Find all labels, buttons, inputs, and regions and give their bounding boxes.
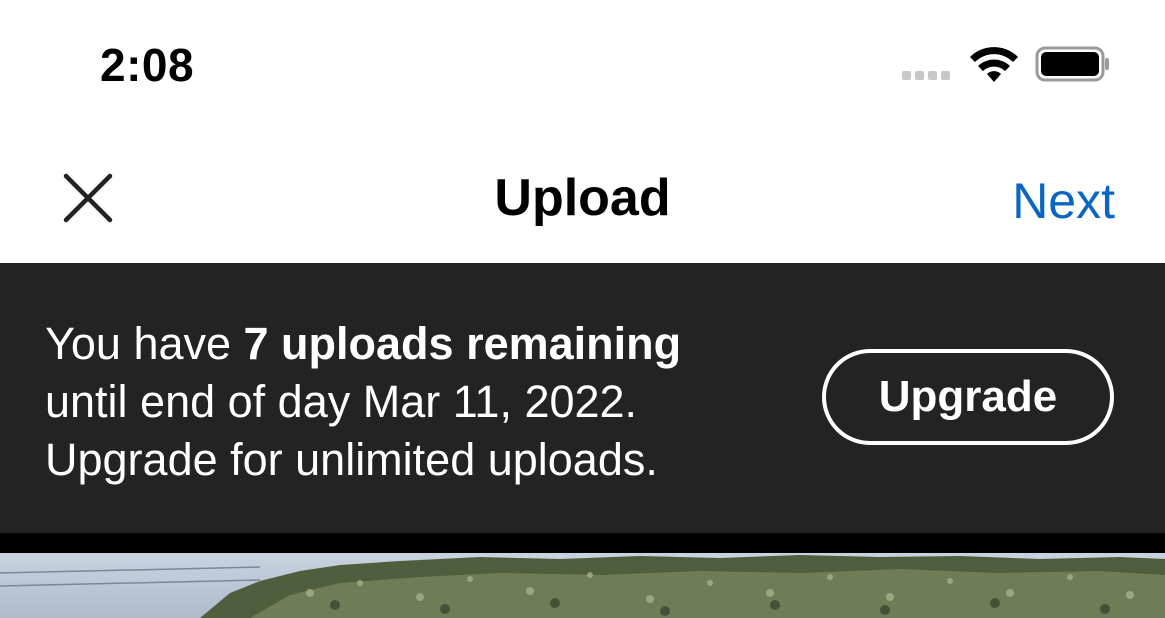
banner-line-3: Upgrade for unlimited uploads. bbox=[45, 434, 658, 485]
wifi-icon bbox=[970, 47, 1018, 82]
divider bbox=[0, 533, 1165, 553]
next-button[interactable]: Next bbox=[1012, 172, 1115, 230]
banner-line-2: until end of day Mar 11, 2022. bbox=[45, 376, 638, 427]
banner-line-1: You have 7 uploads remaining bbox=[45, 315, 765, 373]
uploads-remaining-count: 7 uploads remaining bbox=[243, 318, 682, 369]
photo-preview bbox=[0, 553, 1165, 618]
banner-message: You have 7 uploads remaining until end o… bbox=[45, 315, 765, 489]
navigation-bar: Upload Next bbox=[0, 128, 1165, 263]
page-title: Upload bbox=[494, 169, 671, 227]
photo-preview-image bbox=[0, 553, 1165, 618]
status-time: 2:08 bbox=[100, 39, 195, 91]
battery-icon bbox=[1035, 46, 1109, 82]
upload-limit-banner: You have 7 uploads remaining until end o… bbox=[0, 263, 1165, 533]
signal-icon bbox=[902, 71, 950, 80]
status-bar: 2:08 bbox=[0, 0, 1165, 128]
upgrade-button[interactable]: Upgrade bbox=[822, 349, 1114, 445]
banner-line-1-prefix: You have bbox=[45, 318, 244, 369]
